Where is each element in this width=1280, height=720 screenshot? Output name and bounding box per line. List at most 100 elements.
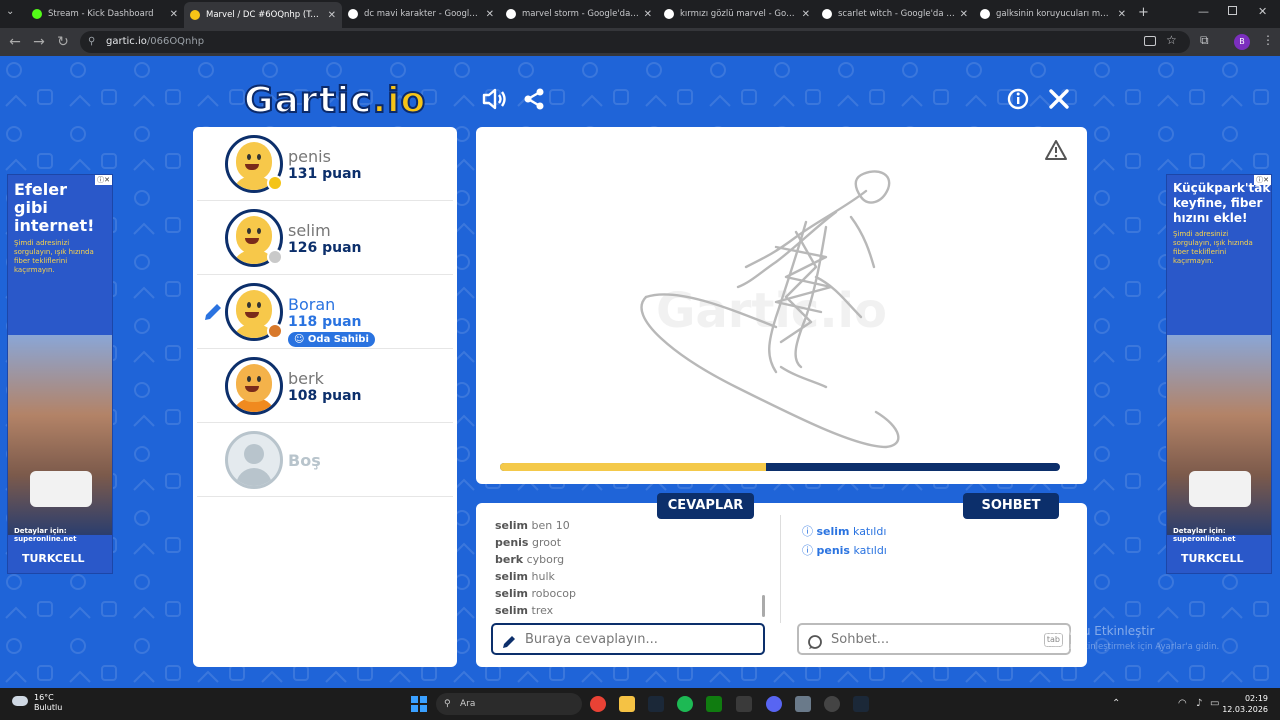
chat-user: selim [816, 525, 850, 538]
steam-icon-2[interactable] [853, 696, 869, 712]
profile-avatar[interactable]: B [1234, 34, 1250, 50]
answer-item: selim hulk [495, 570, 555, 583]
info-circle-icon: ⓘ [802, 525, 817, 538]
close-window-button[interactable]: ✕ [1258, 5, 1267, 18]
address-bar[interactable]: ⚲ gartic.io/066OQnhp [80, 31, 1190, 53]
status-dot [267, 249, 283, 265]
app-icon-3[interactable] [824, 696, 840, 712]
browser-tab[interactable]: dc mavi karakter - Google'da Ara ✕ [342, 3, 500, 25]
info-icon[interactable] [1005, 86, 1031, 112]
start-button[interactable] [411, 696, 427, 712]
player-row[interactable]: penis 131 puan [197, 127, 453, 201]
spotify-icon[interactable] [677, 696, 693, 712]
answer-input[interactable]: Buraya cevaplayın... [491, 623, 765, 655]
file-explorer-icon[interactable] [619, 696, 635, 712]
gartic-page: Gartic.io ⓘ✕ Efeler gibi internet! Şimdi… [0, 56, 1280, 688]
drawing-canvas[interactable]: Gartic.io [476, 127, 1087, 484]
tab-chat[interactable]: SOHBET [963, 493, 1059, 519]
chat-placeholder: Sohbet... [831, 632, 890, 647]
ad-choices-icon[interactable]: ⓘ✕ [1254, 175, 1271, 185]
clock-date: 12.03.2026 [1222, 705, 1268, 714]
tab-close-icon[interactable]: ✕ [170, 9, 178, 20]
drawing-pencil-icon [202, 301, 224, 327]
player-row[interactable]: selim 126 puan [197, 201, 453, 275]
tab-close-icon[interactable]: ✕ [1118, 9, 1126, 20]
browser-tab[interactable]: Marvel / DC #6OQnhp (Türkçe) · ✕ [184, 2, 342, 28]
ad-router-image [1189, 471, 1251, 507]
browser-tab[interactable]: scarlet witch - Google'da Ara ✕ [816, 3, 974, 25]
search-placeholder: Ara [460, 699, 476, 709]
left-ad-banner[interactable]: ⓘ✕ Efeler gibi internet! Şimdi adresiniz… [7, 174, 113, 574]
discord-icon[interactable] [766, 696, 782, 712]
stroke-hand [849, 215, 876, 269]
player-name: Boş [288, 451, 321, 470]
site-info-icon[interactable]: ⚲ [88, 31, 95, 53]
weather-widget[interactable]: 16°C Bulutlu [12, 693, 62, 713]
volume-icon[interactable]: ♪ [1196, 698, 1202, 709]
tray-expand-icon[interactable]: ⌃ [1112, 698, 1120, 709]
ad-footer: Detaylar için: superonline.net [14, 527, 77, 543]
answer-text: trex [531, 604, 554, 617]
player-row[interactable]: Boş [197, 423, 453, 497]
report-warning-icon[interactable] [1044, 139, 1068, 165]
chat-user: penis [816, 544, 850, 557]
clock-time: 02:19 [1244, 694, 1268, 703]
browser-tab[interactable]: galksinin koruyucuları mavi - Go ✕ [974, 3, 1132, 25]
close-icon[interactable] [1046, 86, 1072, 112]
player-row[interactable]: Boran 118 puan ☺ Oda Sahibi [197, 275, 453, 349]
chrome-icon[interactable] [590, 696, 606, 712]
browser-menu-icon[interactable]: ⋮ [1262, 33, 1274, 47]
cast-icon[interactable] [1144, 36, 1156, 46]
tab-title: Marvel / DC #6OQnhp (Türkçe) · [206, 10, 324, 20]
app-icon[interactable] [736, 696, 752, 712]
bookmark-star-icon[interactable]: ☆ [1166, 33, 1177, 47]
tab-close-icon[interactable]: ✕ [644, 9, 652, 20]
player-row[interactable]: berk 108 puan [197, 349, 453, 423]
tab-favicon-icon [348, 9, 358, 19]
steam-icon[interactable] [648, 696, 664, 712]
browser-tab[interactable]: kırmızı gözlü marvel - Google'da ✕ [658, 3, 816, 25]
taskbar-search[interactable]: ⚲ Ara [436, 693, 582, 715]
answer-text: ben 10 [531, 519, 570, 532]
tab-close-icon[interactable]: ✕ [486, 9, 494, 20]
forward-icon[interactable]: → [30, 33, 48, 51]
answer-text: hulk [531, 570, 555, 583]
answers-scrollbar[interactable] [762, 595, 765, 617]
tab-close-icon[interactable]: ✕ [328, 10, 336, 21]
stroke-foot [779, 365, 828, 389]
reload-icon[interactable]: ↻ [54, 33, 72, 51]
xbox-icon[interactable] [706, 696, 722, 712]
smiley-icon: ☺ [294, 334, 308, 345]
maximize-button[interactable] [1228, 6, 1237, 15]
avatar [225, 357, 283, 415]
tab-close-icon[interactable]: ✕ [960, 9, 968, 20]
tab-close-icon[interactable]: ✕ [802, 9, 810, 20]
battery-icon[interactable]: ▭ [1210, 698, 1219, 709]
tab-title: kırmızı gözlü marvel - Google'da [680, 9, 798, 19]
share-icon[interactable] [521, 86, 547, 112]
player-score: 108 puan [288, 388, 362, 404]
answer-item: berk cyborg [495, 553, 564, 566]
answer-item: selim ben 10 [495, 519, 570, 532]
sound-icon[interactable] [481, 86, 507, 112]
browser-tab[interactable]: Stream - Kick Dashboard ✕ [26, 3, 184, 25]
tab-answers[interactable]: CEVAPLAR [657, 493, 754, 519]
new-tab-button[interactable]: + [1138, 5, 1149, 20]
ad-choices-icon[interactable]: ⓘ✕ [95, 175, 112, 185]
minimize-button[interactable]: — [1198, 5, 1209, 18]
extensions-icon[interactable]: ⧉ [1200, 33, 1209, 48]
right-ad-banner[interactable]: ⓘ✕ Küçükpark'taki keyfine, fiber hızını … [1166, 174, 1272, 574]
app-icon-2[interactable] [795, 696, 811, 712]
wifi-icon[interactable]: ◠ [1178, 698, 1187, 709]
ad-subtext: Şimdi adresinizi sorgulayın, ışık hızınd… [1173, 230, 1253, 265]
browser-tab[interactable]: marvel storm - Google'da Ara ✕ [500, 3, 658, 25]
taskbar-clock[interactable]: 02:19 12.03.2026 [1222, 693, 1268, 715]
round-timer-fill [500, 463, 766, 471]
players-panel: penis 131 puan selim 126 puan Boran 118 puan ☺… [193, 127, 457, 667]
back-icon[interactable]: ← [6, 33, 24, 51]
player-score: 118 puan [288, 314, 362, 330]
answer-item: penis groot [495, 536, 561, 549]
tab-title: galksinin koruyucuları mavi - Go [996, 9, 1114, 19]
tab-list-dropdown-icon[interactable]: ⌄ [6, 6, 14, 17]
gartic-logo[interactable]: Gartic.io [243, 79, 426, 122]
